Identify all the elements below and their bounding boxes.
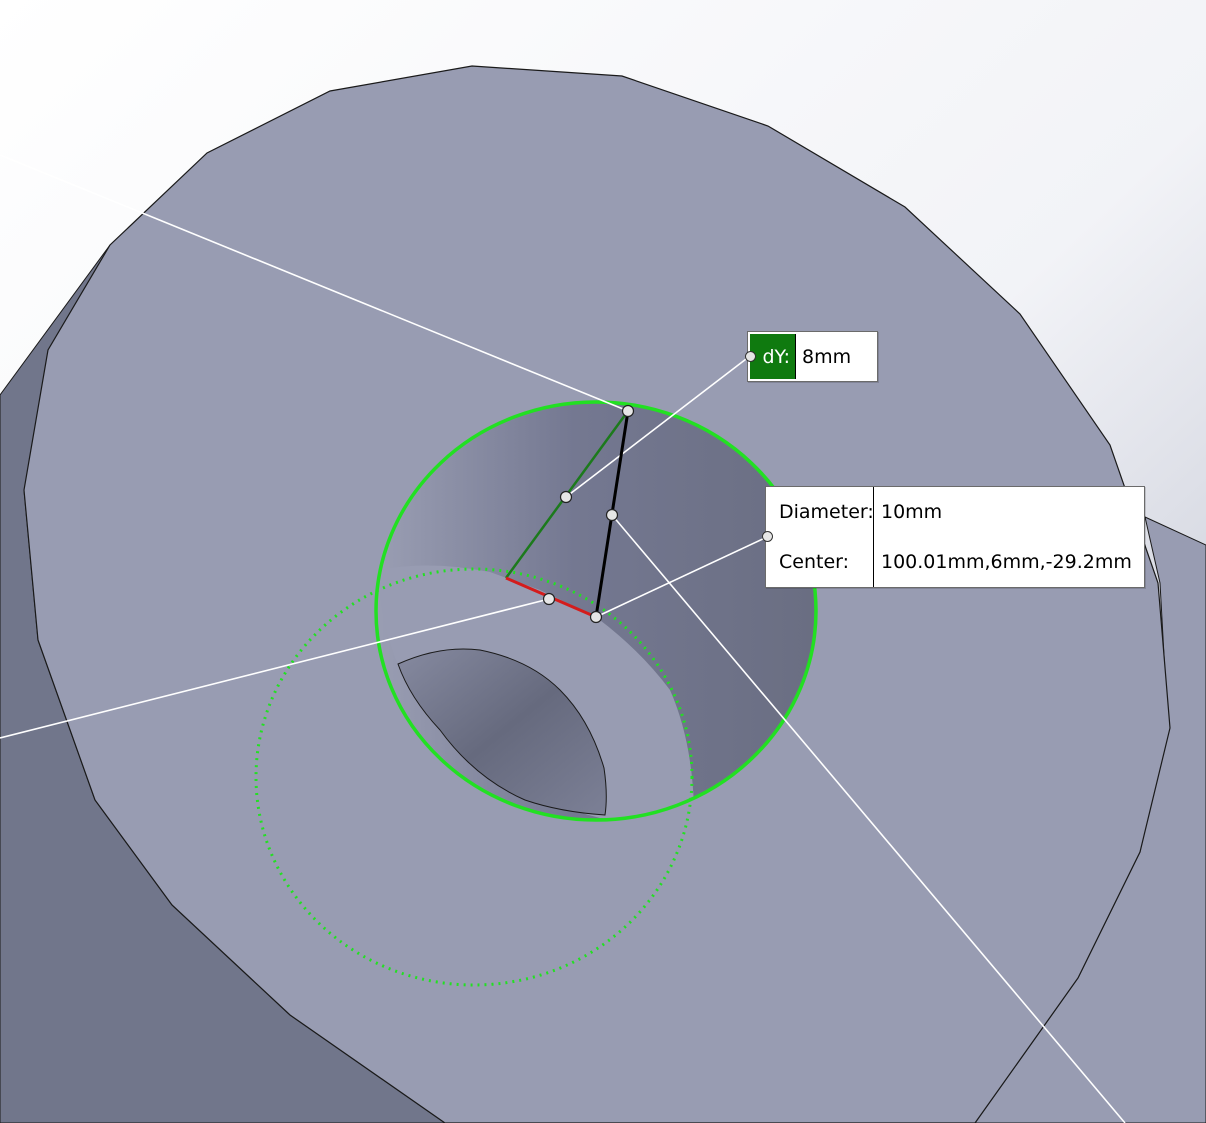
grip-point-red-mid[interactable]	[542, 592, 556, 606]
grip-point-black-mid[interactable]	[605, 508, 619, 522]
dy-value: 8mm	[802, 345, 852, 368]
grip-point-top[interactable]	[621, 404, 635, 418]
props-callout-anchor[interactable]	[762, 531, 773, 542]
dy-label: dY:	[750, 334, 796, 379]
dy-callout-anchor[interactable]	[745, 351, 756, 362]
diameter-label: Diameter:	[766, 487, 874, 537]
grip-point-bottom[interactable]	[589, 610, 603, 624]
3d-model-viewport[interactable]: dY: 8mm Diameter: 10mm Center: 100.01mm,…	[0, 0, 1206, 1123]
center-label: Center:	[766, 537, 874, 587]
dy-label-text: dY:	[762, 345, 790, 368]
dy-dimension-callout[interactable]: dY: 8mm	[747, 331, 878, 382]
center-value: 100.01mm,6mm,-29.2mm	[881, 551, 1132, 573]
hole-properties-callout[interactable]: Diameter: 10mm Center: 100.01mm,6mm,-29.…	[765, 486, 1145, 588]
grip-point-green-mid[interactable]	[559, 490, 573, 504]
diameter-value: 10mm	[881, 501, 943, 523]
